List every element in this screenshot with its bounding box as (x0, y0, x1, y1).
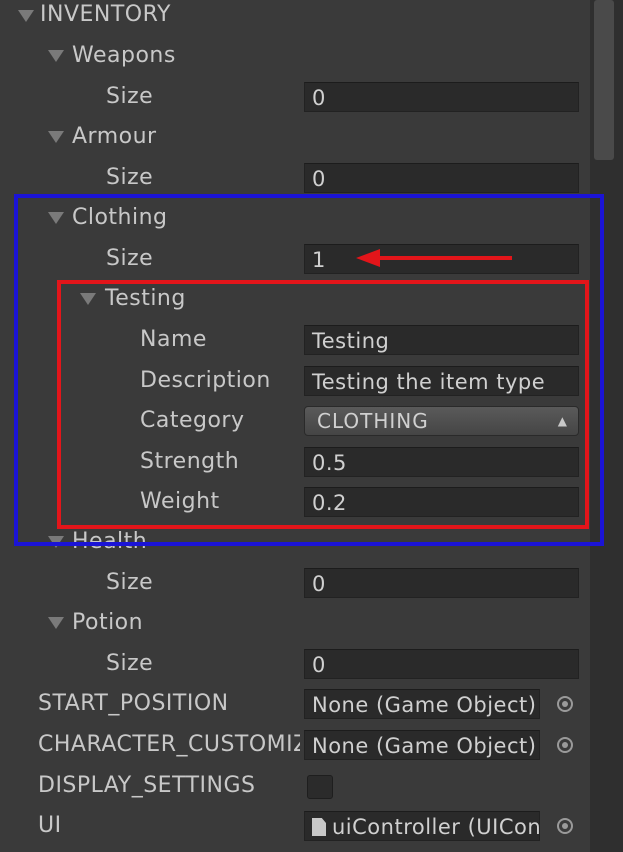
ui-field[interactable]: uiController (UIController) (304, 811, 540, 841)
display-settings-checkbox[interactable] (307, 775, 333, 799)
potion-label[interactable]: Potion (72, 608, 143, 638)
scrollbar-thumb[interactable] (594, 0, 614, 160)
armour-foldout-icon[interactable] (48, 131, 64, 143)
character-custom-picker-icon[interactable] (557, 737, 573, 753)
ui-label: UI (38, 813, 62, 838)
inventory-label[interactable]: INVENTORY (40, 0, 171, 30)
potion-foldout-icon[interactable] (48, 617, 64, 629)
ui-value: uiController (UIController) (332, 815, 540, 839)
armour-size-label: Size (106, 165, 154, 190)
inventory-foldout-icon[interactable] (18, 10, 34, 22)
start-position-field[interactable]: None (Game Object) (304, 689, 540, 719)
start-position-picker-icon[interactable] (557, 696, 573, 712)
weapons-size-label: Size (106, 84, 154, 109)
armour-label[interactable]: Armour (72, 122, 157, 152)
script-file-icon (312, 818, 326, 836)
annotation-arrow-icon (356, 249, 512, 267)
display-settings-label: DISPLAY_SETTINGS (38, 773, 256, 798)
character-custom-field[interactable]: None (Game Object) (304, 730, 540, 760)
weapons-label[interactable]: Weapons (72, 41, 176, 71)
start-position-label: START_POSITION (38, 691, 229, 716)
potion-size-field[interactable]: 0 (304, 649, 579, 679)
item-highlight-box (57, 280, 589, 529)
weapons-size-field[interactable]: 0 (304, 82, 579, 112)
armour-size-field[interactable]: 0 (304, 163, 579, 193)
ui-picker-icon[interactable] (557, 818, 573, 834)
character-custom-label: CHARACTER_CUSTOMIZATION (38, 732, 300, 757)
weapons-foldout-icon[interactable] (48, 50, 64, 62)
potion-size-label: Size (106, 651, 154, 676)
health-size-label: Size (106, 570, 154, 595)
health-size-field[interactable]: 0 (304, 568, 579, 598)
